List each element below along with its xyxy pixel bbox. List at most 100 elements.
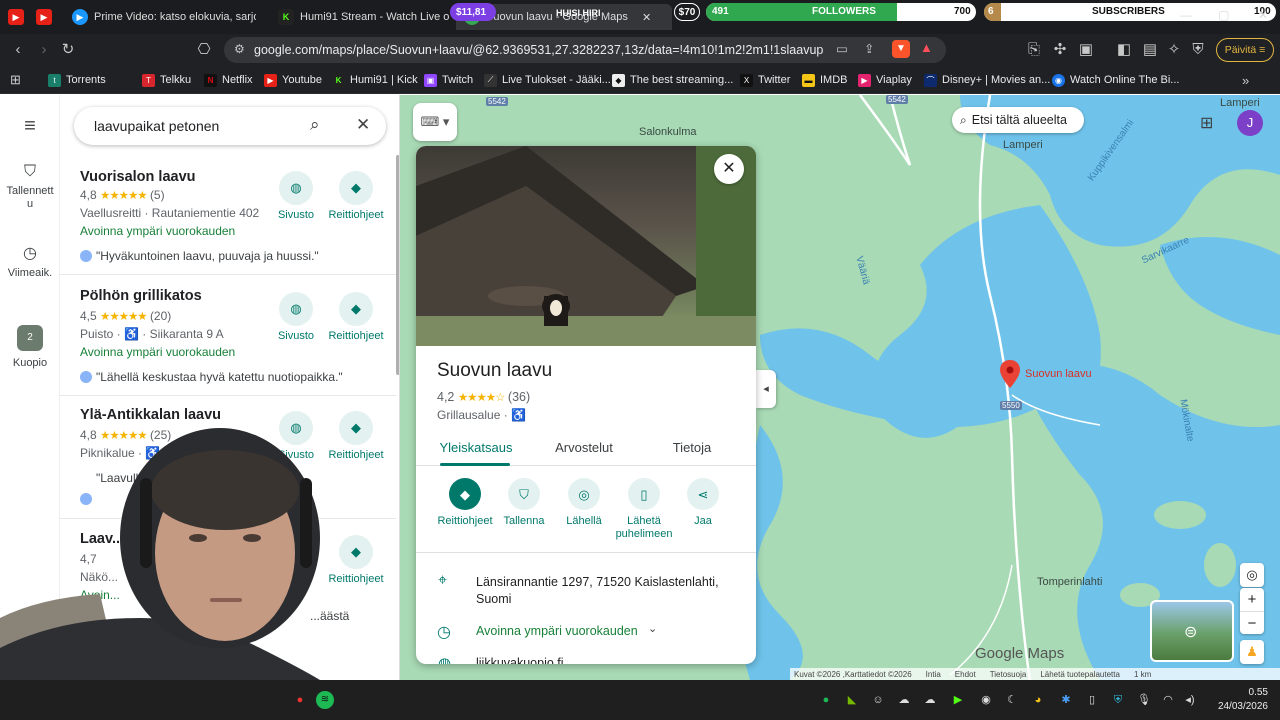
tab-reviews[interactable]: Arvostelut [534, 440, 634, 455]
youtube-tab-2[interactable]: ▶ [36, 4, 56, 30]
forward-icon[interactable]: › [34, 40, 54, 60]
security-icon[interactable]: ⛨ [1110, 692, 1126, 708]
microphone-icon[interactable]: 🎙 [1136, 692, 1152, 708]
hours-row[interactable]: ◷ Avoinna ympäri vuorokauden ⌄ [416, 620, 756, 644]
zoom-in-button[interactable]: + [1240, 588, 1264, 611]
maximize-icon[interactable]: ▢ [1218, 8, 1229, 22]
website-button[interactable]: ◍ Sivusto [268, 292, 324, 342]
tab-prime-video[interactable]: ▶ Prime Video: katso elokuvia, sarjoja, … [72, 4, 256, 30]
bluetooth-icon[interactable]: ✱ [1058, 692, 1074, 708]
zoom-out-button[interactable]: − [1240, 611, 1264, 634]
close-tab-icon[interactable]: ✕ [642, 11, 651, 24]
place-label-lamperi-top[interactable]: Lamperi [1220, 97, 1260, 109]
apps-grid-icon[interactable]: ⊞ [10, 71, 21, 89]
result-item[interactable]: Vuorisalon laavu 4,8 ★★★★★ (5) Vaellusre… [60, 167, 396, 275]
search-icon[interactable]: ⌕ [310, 115, 320, 135]
volume-icon[interactable]: ◂) [1182, 692, 1198, 708]
website-button[interactable]: ◍ Sivusto [268, 171, 324, 221]
bookmark-torrents[interactable]: t Torrents [48, 71, 106, 89]
directions-button[interactable]: ◆ Reittiohjeet [328, 292, 384, 342]
update-button[interactable]: Päivitä ≡ [1216, 38, 1274, 62]
share-icon[interactable]: ⇪ [864, 41, 874, 56]
kick-tray-icon[interactable]: ▶ [950, 692, 966, 708]
my-location-button[interactable]: ◎ [1240, 563, 1264, 587]
address-row[interactable]: ⌖ Länsirannantie 1297, 71520 Kaislastenl… [416, 568, 756, 608]
leo-ai-icon[interactable]: ✧ [1164, 40, 1184, 60]
brave-rewards-icon[interactable]: ▲ [920, 40, 933, 55]
youtube-tab-1[interactable]: ▶ [8, 4, 28, 30]
cast-icon[interactable]: ▭ [836, 41, 848, 56]
place-pin[interactable] [1000, 360, 1020, 393]
nvidia-icon[interactable]: ◣ [844, 692, 860, 708]
street-view-pegman[interactable]: ♟ [1240, 640, 1264, 664]
wallet-icon[interactable]: ▤ [1140, 40, 1160, 60]
place-label-lamperi[interactable]: Lamperi [1003, 139, 1043, 151]
search-input[interactable]: laavupaikat petonen ⌕ ✕ [74, 107, 386, 145]
bookmark-twitter[interactable]: X Twitter [740, 71, 790, 89]
rail-saved[interactable]: ⛉ Tallennettu [0, 163, 60, 211]
place-label-tomperinlahti[interactable]: Tomperinlahti [1037, 576, 1102, 588]
extensions-icon[interactable]: ✣ [1050, 40, 1070, 60]
address-bar[interactable]: ⚙ google.com/maps/place/Suovun+laavu/@62… [224, 37, 946, 63]
terms-link[interactable]: Ehdot [955, 670, 976, 679]
share-action[interactable]: ⋖ Jaa [668, 478, 738, 528]
bookmark-watch-online[interactable]: ◉ Watch Online The Bi... [1052, 71, 1179, 89]
app-tray-icon[interactable]: ☾ [1004, 692, 1020, 708]
tab-about[interactable]: Tietoja [642, 440, 742, 455]
menu-icon[interactable]: ≡ [0, 115, 60, 138]
brave-shield-icon[interactable]: ▼ [892, 40, 910, 58]
place-photo[interactable] [416, 146, 756, 346]
place-label-salonkulma[interactable]: Salonkulma [639, 126, 696, 138]
place-category[interactable]: Grillausalue · ♿ [437, 408, 526, 422]
bookmark-imdb[interactable]: ▬ IMDB [802, 71, 848, 89]
spotify-tray-icon[interactable]: ● [818, 692, 834, 708]
account-avatar[interactable]: J [1237, 110, 1263, 136]
sidebar-icon[interactable]: ◧ [1114, 40, 1134, 60]
bookmark-viaplay[interactable]: ▶ Viaplay [858, 71, 912, 89]
result-item[interactable]: Pölhön grillikatos 4,5 ★★★★★ (20) Puisto… [60, 288, 396, 396]
bookmark-live-tulokset[interactable]: ⟋ Live Tulokset - Jääki... [484, 71, 611, 89]
privacy-link[interactable]: Tietosuoja [990, 670, 1027, 679]
result-name[interactable]: Vuorisalon laavu [80, 169, 196, 185]
bookmark-netflix[interactable]: N Netflix [204, 71, 253, 89]
bookmark-disney[interactable]: ⌒ Disney+ | Movies an... [924, 71, 1050, 89]
website-row[interactable]: ◍ liikkuvakuopio.fi [416, 654, 756, 664]
apps-grid-icon[interactable]: ⊞ [1200, 113, 1213, 133]
rail-kuopio[interactable]: 2 Kuopio [0, 325, 60, 369]
keyboard-input-button[interactable]: ⌨ ▾ [413, 103, 457, 141]
bookmark-youtube[interactable]: ▶ Youtube [264, 71, 322, 89]
search-this-area-button[interactable]: ⌕ Etsi tältä alueelta [952, 107, 1084, 133]
layers-thumbnail[interactable]: ⊜ [1150, 600, 1234, 662]
bookmark-page-icon[interactable]: ⎔ [194, 40, 214, 60]
clear-search-icon[interactable]: ✕ [356, 115, 370, 135]
chevron-down-icon[interactable]: ⌄ [648, 622, 657, 635]
close-window-icon[interactable]: ✕ [1258, 8, 1268, 22]
vpn-icon[interactable]: ⛨ [1188, 40, 1208, 60]
feedback-link[interactable]: Lähetä tuotepalautetta [1040, 670, 1120, 679]
tray-app-icon[interactable]: ◕ [1030, 692, 1046, 708]
spotify-icon[interactable]: ≋ [316, 691, 334, 709]
more-bookmarks-icon[interactable]: » [1242, 71, 1249, 89]
screenshot-icon[interactable]: ⎘ [1024, 40, 1044, 60]
result-name[interactable]: Pölhön grillikatos [80, 288, 202, 304]
review-count[interactable]: (36) [508, 390, 530, 404]
close-card-button[interactable]: ✕ [714, 154, 744, 184]
minimize-icon[interactable]: — [1180, 8, 1192, 22]
onedrive-icon[interactable]: ☁ [922, 692, 938, 708]
bookmark-streaming[interactable]: ◆ The best streaming... [612, 71, 733, 89]
bookmark-twitch[interactable]: ▣ Twitch [424, 71, 473, 89]
discord-icon[interactable]: ☺ [870, 692, 886, 708]
pin-label[interactable]: Suovun laavu [1025, 368, 1092, 380]
rail-recent[interactable]: ◷ Viimeaik. [0, 243, 60, 279]
bookmark-kick[interactable]: K Humi91 | Kick [332, 71, 418, 89]
tab-search-icon[interactable]: ▣ [1076, 40, 1096, 60]
directions-button[interactable]: ◆ Reittiohjeet [328, 171, 384, 221]
battery-icon[interactable]: ▯ [1084, 692, 1100, 708]
back-icon[interactable]: ‹ [8, 40, 28, 60]
site-info-icon[interactable]: ⚙ [234, 42, 245, 56]
tab-kick[interactable]: K Humi91 Stream - Watch Live on Kick [278, 4, 450, 30]
india-link[interactable]: Intia [926, 670, 941, 679]
bookmark-telkku[interactable]: T Telkku [142, 71, 191, 89]
wifi-icon[interactable]: ◠ [1160, 692, 1176, 708]
tab-overview[interactable]: Yleiskatsaus [426, 440, 526, 455]
